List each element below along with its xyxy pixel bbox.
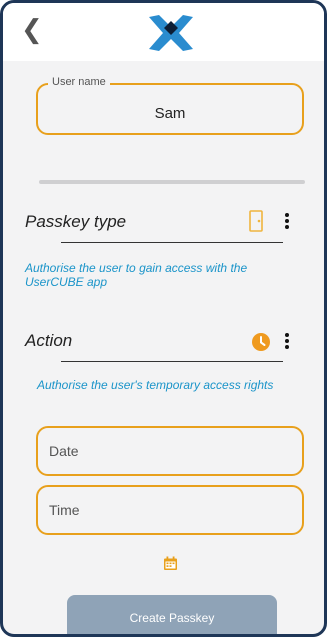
- time-placeholder: Time: [49, 502, 80, 518]
- action-underline: [61, 361, 283, 362]
- username-field[interactable]: User name Sam: [36, 76, 304, 135]
- action-title: Action: [25, 331, 73, 350]
- phone-frame: ❮ User name Sam Passkey type Authorise t…: [0, 0, 327, 637]
- username-value: Sam: [154, 105, 186, 122]
- date-placeholder: Date: [49, 443, 79, 459]
- passkey-menu-icon[interactable]: [284, 213, 290, 231]
- top-bar: ❮: [3, 3, 324, 61]
- action-menu-icon[interactable]: [284, 333, 290, 351]
- app-logo: [149, 15, 193, 51]
- username-label: User name: [48, 76, 110, 88]
- create-passkey-button[interactable]: Create Passkey: [67, 595, 277, 634]
- passkey-underline: [61, 242, 283, 243]
- action-description: Authorise the user's temporary access ri…: [37, 378, 274, 392]
- date-field[interactable]: Date: [36, 426, 304, 476]
- passkey-type-description: Authorise the user to gain access with t…: [25, 261, 248, 289]
- time-field[interactable]: Time: [36, 485, 304, 535]
- section-divider: [39, 180, 305, 184]
- clock-icon: [252, 333, 270, 351]
- calendar-icon[interactable]: [163, 556, 178, 571]
- back-icon[interactable]: ❮: [21, 17, 43, 43]
- passkey-type-title: Passkey type: [25, 212, 127, 231]
- passkey-type-icon: [249, 210, 263, 232]
